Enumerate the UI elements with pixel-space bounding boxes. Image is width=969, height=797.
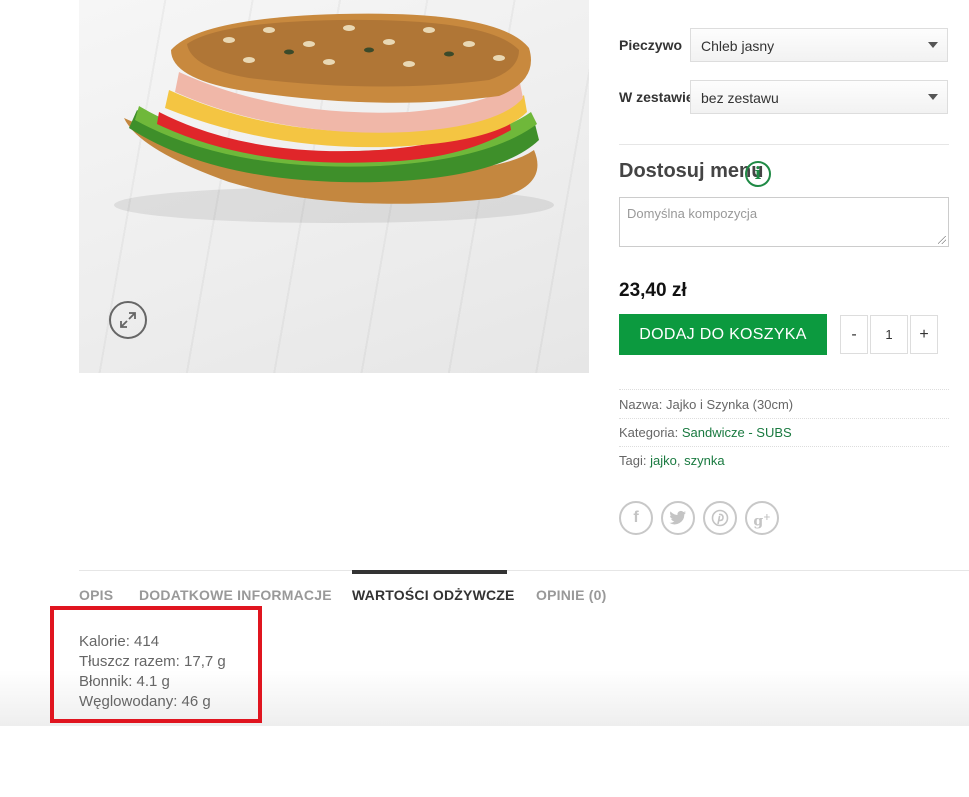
bread-option-row: Pieczywo Chleb jasny [619,28,949,64]
quantity-decrease-button[interactable]: - [840,315,868,354]
tab-opinie[interactable]: OPINIE (0) [536,587,606,603]
resize-handle-icon[interactable] [938,236,946,244]
tag-link[interactable]: szynka [684,453,724,468]
chevron-down-icon [928,42,938,48]
price: 23,40 zł [619,280,687,301]
category-label: Kategoria: [619,425,679,440]
bread-select[interactable]: Chleb jasny [690,28,948,62]
active-tab-indicator [352,570,507,574]
set-select[interactable]: bez zestawu [690,80,948,114]
quantity-stepper: - 1 + [840,315,938,354]
expand-icon [120,312,136,328]
tags-meta: Tagi: jajko, szynka [619,453,725,468]
product-name-meta: Nazwa: Jajko i Szynka (30cm) [619,397,793,412]
divider [619,389,949,390]
tab-wartosci-odzywcze[interactable]: WARTOŚCI ODŻYWCZE [352,587,515,603]
set-option-row: W zestawie bez zestawu [619,80,949,116]
name-label: Nazwa: [619,397,663,412]
customize-placeholder: Domyślna kompozycja [627,206,758,221]
tab-opis[interactable]: OPIS [79,587,113,603]
quantity-input[interactable]: 1 [870,315,908,354]
tab-dodatkowe-informacje[interactable]: DODATKOWE INFORMACJE [139,587,332,603]
facebook-icon[interactable]: f [619,501,653,535]
customize-title: Dostosuj menu [619,160,764,182]
category-link[interactable]: Sandwicze - SUBS [682,425,792,440]
pinterest-icon[interactable] [703,501,737,535]
add-to-cart-button[interactable]: DODAJ DO KOSZYKA [619,314,827,355]
google-plus-icon[interactable]: g+ [745,501,779,535]
tabs-divider [79,570,969,571]
customize-textarea[interactable]: Domyślna kompozycja [619,197,949,247]
bread-label: Pieczywo [619,37,683,53]
category-meta: Kategoria: Sandwicze - SUBS [619,425,792,440]
highlight-box [50,606,262,723]
info-icon[interactable]: i [745,161,771,187]
tag-link[interactable]: jajko [650,453,677,468]
pinterest-glyph [711,509,729,527]
tag-separator: , [676,453,681,468]
quantity-increase-button[interactable]: + [910,315,938,354]
divider [619,418,949,419]
chevron-down-icon [928,94,938,100]
sandwich-illustration [114,13,554,223]
divider [619,446,949,447]
tags-label: Tagi: [619,453,647,468]
bread-selected-value: Chleb jasny [701,38,775,54]
set-label: W zestawie [619,89,694,105]
name-value: Jajko i Szynka (30cm) [665,397,794,412]
product-image[interactable] [79,0,589,373]
divider [619,144,949,145]
zoom-button[interactable] [109,301,147,339]
set-selected-value: bez zestawu [701,90,779,106]
twitter-icon[interactable] [661,501,695,535]
twitter-glyph [669,510,686,525]
